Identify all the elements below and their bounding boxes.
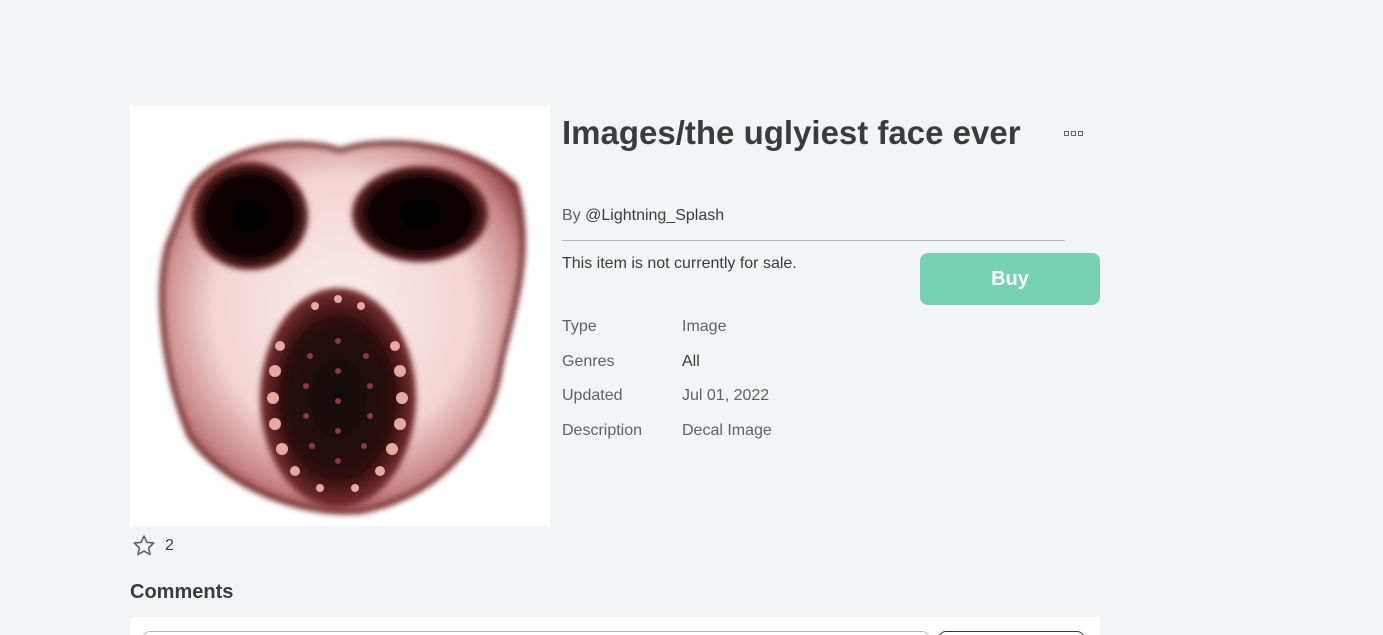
- genre-link[interactable]: All: [682, 351, 700, 373]
- comments-heading: Comments: [130, 581, 234, 603]
- buy-button[interactable]: Buy: [920, 253, 1100, 305]
- item-title: Images/the uglyiest face ever: [562, 114, 1021, 151]
- favorites: 2: [131, 533, 174, 559]
- comment-input[interactable]: [142, 631, 930, 635]
- dot: [1070, 130, 1076, 136]
- detail-label: Type: [562, 318, 597, 335]
- comments-panel: [130, 617, 1100, 635]
- star-icon[interactable]: [131, 533, 157, 559]
- dot: [1077, 130, 1083, 136]
- detail-label: Genres: [562, 352, 615, 370]
- detail-label: Description: [562, 421, 643, 439]
- creator-link[interactable]: @Lightning_Splash: [585, 207, 724, 224]
- sale-status: This item is not currently for sale.: [562, 255, 797, 272]
- item-thumbnail: [130, 106, 550, 526]
- item-page: Images/the uglyiest face ever By @Lightn…: [0, 0, 1383, 635]
- post-comment-button[interactable]: [938, 631, 1085, 635]
- creator-byline: By @Lightning_Splash: [562, 206, 724, 226]
- decal-image: [159, 140, 526, 515]
- detail-label: Updated: [562, 387, 623, 404]
- detail-value: Image: [682, 318, 727, 335]
- detail-value: Decal Image: [682, 421, 772, 439]
- ellipsis-icon[interactable]: [1062, 126, 1084, 140]
- divider: [562, 240, 1065, 241]
- dot: [1063, 130, 1069, 136]
- detail-value: Jul 01, 2022: [682, 387, 770, 404]
- favorite-count: 2: [165, 537, 174, 554]
- by-label: By: [562, 207, 581, 224]
